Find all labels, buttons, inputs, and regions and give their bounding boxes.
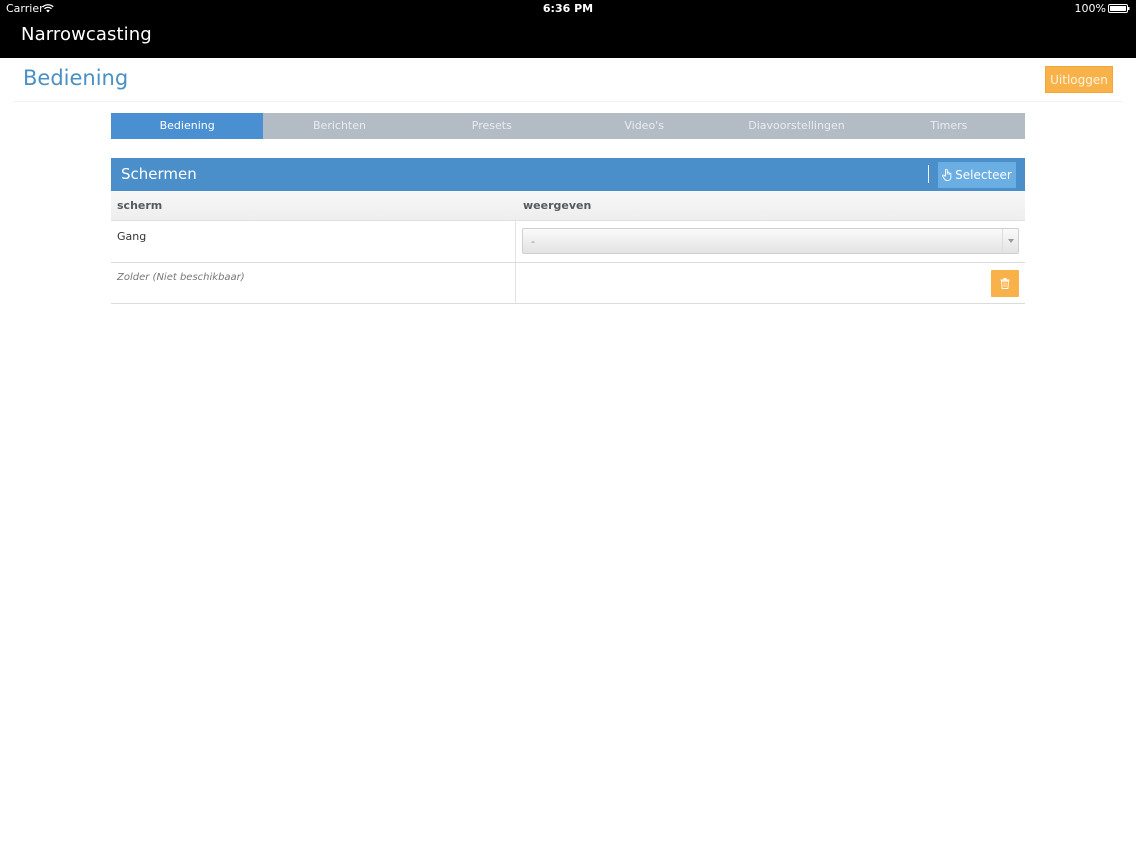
chevron-down-icon (1002, 229, 1018, 253)
screen-name: Zolder (Niet beschikbaar) (117, 272, 245, 283)
page-header: Bediening Uitloggen (14, 58, 1122, 102)
app-title: Narrowcasting (21, 24, 152, 45)
tab-diavoorstellingen[interactable]: Diavoorstellingen (720, 113, 872, 139)
tab-videos[interactable]: Video's (568, 113, 720, 139)
battery-icon (1108, 4, 1130, 13)
select-button-label: Selecteer (955, 168, 1012, 182)
cell-divider (515, 263, 516, 303)
table-header: scherm weergeven (111, 191, 1025, 221)
column-header-scherm: scherm (117, 199, 163, 212)
divider (928, 165, 929, 183)
display-select[interactable]: - (522, 228, 1019, 254)
screens-panel-header: Schermen Selecteer (111, 158, 1025, 191)
top-bar: Carrier 6:36 PM 100% Narrowcasting (0, 0, 1136, 58)
cell-divider (515, 221, 516, 262)
table-row: Zolder (Niet beschikbaar) (111, 263, 1025, 304)
battery-percentage: 100% (1074, 2, 1106, 15)
tab-bediening[interactable]: Bediening (111, 113, 264, 139)
tab-berichten[interactable]: Berichten (263, 113, 415, 139)
status-time: 6:36 PM (542, 2, 594, 15)
tab-bar: Bediening Berichten Presets Video's Diav… (111, 113, 1025, 139)
logout-button[interactable]: Uitloggen (1045, 66, 1113, 93)
delete-button[interactable] (991, 270, 1019, 297)
trash-icon (1000, 278, 1010, 289)
screen-name: Gang (117, 230, 147, 243)
table-row: Gang - (111, 221, 1025, 263)
hand-pointer-icon (942, 169, 952, 181)
tab-timers[interactable]: Timers (873, 113, 1025, 139)
column-header-weergeven: weergeven (523, 199, 592, 212)
select-button[interactable]: Selecteer (938, 162, 1016, 188)
display-select-value: - (531, 235, 535, 248)
panel-title: Schermen (121, 165, 197, 183)
page-title: Bediening (23, 66, 129, 90)
tab-presets[interactable]: Presets (416, 113, 568, 139)
